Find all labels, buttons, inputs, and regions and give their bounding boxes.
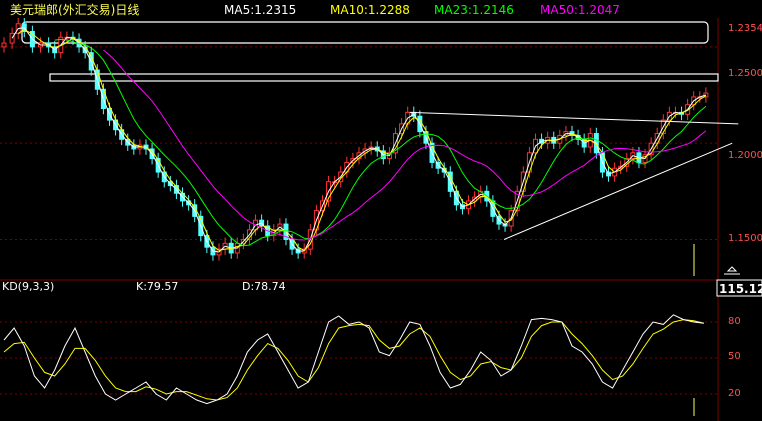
ma5-label: MA5:1.2315 xyxy=(224,3,296,17)
ma23-line xyxy=(54,38,707,247)
ma10-label: MA10:1.2288 xyxy=(330,3,410,17)
ma50-label: MA50:1.2047 xyxy=(540,3,620,17)
d-line xyxy=(3,319,705,401)
candle-up xyxy=(9,32,15,44)
kd-label-20: 20 xyxy=(728,388,741,399)
price-label-1.2354: 1.2354 xyxy=(728,23,762,34)
chart-title: 美元瑞郎(外汇交易)日线 xyxy=(10,2,139,17)
ma23-label: MA23:1.2146 xyxy=(434,3,514,17)
kd-indicator-name: KD(9,3,3) xyxy=(2,280,54,293)
k-line xyxy=(3,314,704,405)
d-value-label: D:78.74 xyxy=(242,280,286,293)
cursor-arrow-icon xyxy=(724,266,740,275)
kd-label-80: 80 xyxy=(728,316,741,327)
chart-canvas: 美元瑞郎(外汇交易)日线 MA5:1.2315 MA10:1.2288 MA23… xyxy=(0,2,762,421)
candle-up xyxy=(1,42,7,48)
support-box xyxy=(49,73,719,82)
price-label-1.2500: 1.2500 xyxy=(728,68,762,79)
trend-line-2 xyxy=(503,142,733,240)
cursor-value: 115.12 xyxy=(719,282,762,296)
resistance-box xyxy=(21,21,709,44)
kd-label-50: 50 xyxy=(728,351,741,362)
k-value-label: K:79.57 xyxy=(136,280,178,293)
price-label-1.2000: 1.2000 xyxy=(728,150,762,161)
price-label-1.1500: 1.1500 xyxy=(728,233,762,244)
